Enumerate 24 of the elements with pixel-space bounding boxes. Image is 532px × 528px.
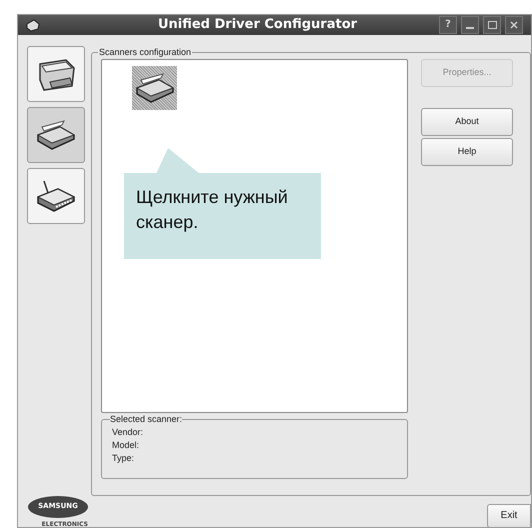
sidebar-button[interactable] xyxy=(26,46,84,102)
minimize-button[interactable] xyxy=(461,16,479,34)
field-label: Vendor: xyxy=(112,426,144,438)
port-device-icon xyxy=(36,178,76,212)
close-button[interactable] xyxy=(505,16,523,34)
callout-pointer xyxy=(156,148,200,174)
minimize-icon xyxy=(466,26,474,29)
action-button[interactable]: About xyxy=(421,108,513,136)
maximize-button[interactable] xyxy=(483,16,501,34)
window-title: Unified Driver Configurator xyxy=(156,16,358,34)
app-icon xyxy=(26,18,40,32)
selected-scanner-title: Selected scanner: xyxy=(110,412,182,424)
sidebar-button[interactable] xyxy=(26,168,84,224)
scanner-icon xyxy=(134,72,174,104)
field-label: Type: xyxy=(112,452,136,464)
scanner-list-item[interactable] xyxy=(132,66,177,110)
close-icon xyxy=(510,20,518,29)
maximize-icon xyxy=(488,20,496,29)
action-button[interactable]: Help xyxy=(421,138,513,166)
scanner-icon xyxy=(36,118,76,150)
exit-button[interactable]: Exit xyxy=(487,504,531,528)
help-button[interactable]: ? xyxy=(439,16,457,34)
sidebar-button[interactable] xyxy=(26,106,84,162)
field-label: Model: xyxy=(112,438,140,452)
